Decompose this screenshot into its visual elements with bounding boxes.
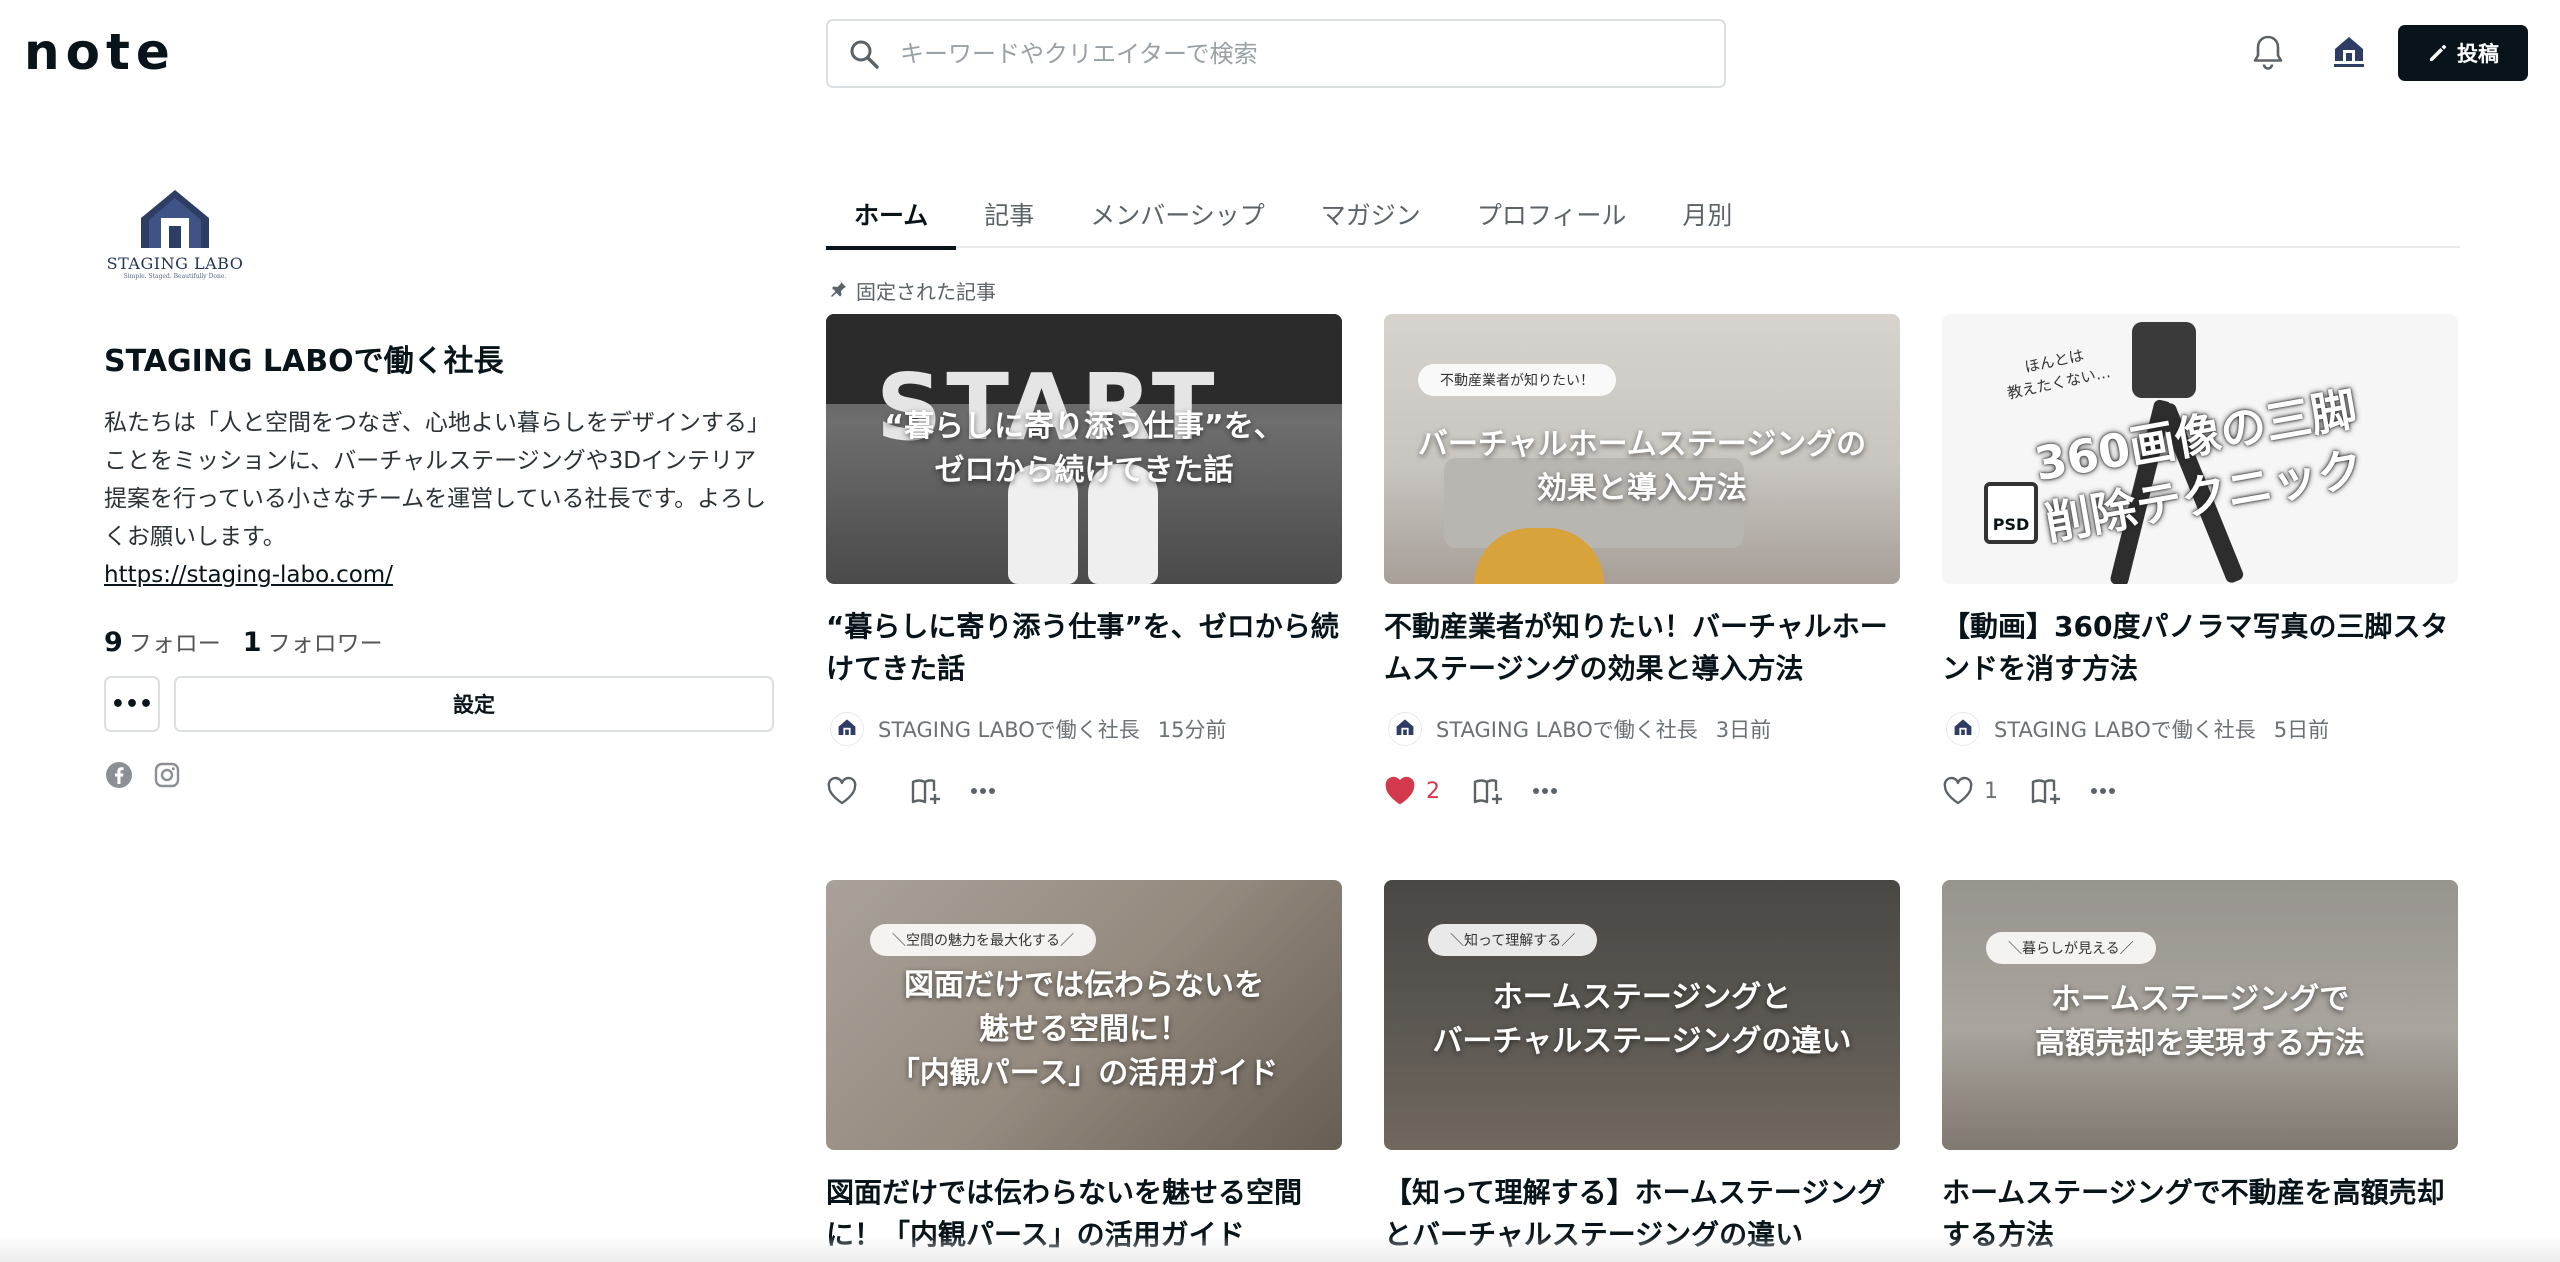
tab-magazine[interactable]: マガジン — [1293, 180, 1449, 248]
article-title[interactable]: “暮らしに寄り添う仕事”を、ゼロから続けてきた話 — [826, 606, 1342, 690]
tab-profile[interactable]: プロフィール — [1449, 180, 1655, 248]
magazine-add-icon[interactable] — [910, 776, 944, 806]
thumbnail-road-graphic — [826, 314, 1342, 461]
profile-logo-brand: STAGING LABO — [106, 254, 244, 273]
more-button[interactable]: ••• — [104, 676, 160, 732]
article-thumbnail[interactable]: ＼暮らしが見える／ ホームステージングで 高額売却を実現する方法 — [1942, 880, 2458, 1150]
profile-logo: STAGING LABO Simple. Staged. Beautifully… — [104, 180, 246, 288]
thumbnail-text: バーチャルホームステージングの 効果と導入方法 — [1417, 427, 1867, 506]
article-thumbnail[interactable]: “暮らしに寄り添う仕事”を、 ゼロから続けてきた話 — [826, 314, 1342, 584]
article-thumbnail[interactable]: ＼空間の魅力を最大化する／ 図面だけでは伝わらないを 魅せる空間に！ 「内観パー… — [826, 880, 1342, 1150]
article-card[interactable]: “暮らしに寄り添う仕事”を、 ゼロから続けてきた話 “暮らしに寄り添う仕事”を、… — [826, 314, 1342, 806]
author-name[interactable]: STAGING LABOで働く社長 — [1994, 714, 2256, 744]
pinned-label: 固定された記事 — [828, 276, 996, 305]
article-thumbnail[interactable]: ほんとは 教えたくない… PSD 360画像の三脚 削除テクニック — [1942, 314, 2458, 584]
more-icon[interactable] — [970, 787, 996, 795]
post-button-label: 投稿 — [2457, 42, 2499, 66]
profile-link[interactable]: https://staging-labo.com/ — [104, 556, 393, 594]
profile-logo-tagline: Simple. Staged. Beautifully Done. — [123, 273, 227, 280]
tab-home[interactable]: ホーム — [826, 180, 957, 250]
article-card[interactable]: 不動産業者が知りたい！ バーチャルホームステージングの 効果と導入方法 不動産業… — [1384, 314, 1900, 806]
facebook-icon[interactable] — [104, 760, 134, 790]
thumbnail-bubble: ＼知って理解する／ — [1428, 924, 1598, 956]
thumbnail-text: ホームステージングと バーチャルステージングの違い — [1432, 980, 1852, 1059]
psd-file-icon: PSD — [1984, 482, 2038, 544]
article-meta: STAGING LABOで働く社長 5日前 — [1942, 712, 2458, 746]
thumbnail-note: ほんとは 教えたくない… — [2005, 346, 2113, 403]
magazine-add-icon[interactable] — [1472, 776, 1506, 806]
like-count[interactable]: 2 — [1426, 779, 1440, 804]
profile-name: STAGING LABOで働く社長 — [104, 344, 504, 379]
profile-actions: ••• 設定 — [104, 676, 774, 732]
post-time: 5日前 — [2273, 718, 2330, 742]
magazine-add-icon[interactable] — [2030, 776, 2064, 806]
thumbnail-bubble: ＼暮らしが見える／ — [1986, 932, 2156, 964]
article-thumbnail[interactable]: 不動産業者が知りたい！ バーチャルホームステージングの 効果と導入方法 — [1384, 314, 1900, 584]
article-reactions — [826, 776, 1342, 806]
profile-tabs: ホーム 記事 メンバーシップ マガジン プロフィール 月別 — [826, 180, 2460, 250]
author-name[interactable]: STAGING LABOで働く社長 — [878, 714, 1140, 744]
follow-counts: 9 フォロー 1 フォロワー — [104, 624, 774, 658]
follower-label[interactable]: フォロワー — [268, 624, 383, 658]
more-icon[interactable] — [2090, 787, 2116, 795]
follow-label[interactable]: フォロー — [129, 624, 221, 658]
post-button[interactable]: 投稿 — [2398, 25, 2528, 81]
pin-icon — [828, 278, 848, 303]
author-name[interactable]: STAGING LABOで働く社長 — [1436, 714, 1698, 744]
user-avatar[interactable] — [2326, 30, 2372, 76]
settings-button[interactable]: 設定 — [174, 676, 774, 732]
search-input[interactable] — [900, 39, 1700, 68]
thumbnail-text: 360画像の三脚 削除テクニック — [2030, 381, 2368, 551]
social-links — [104, 760, 774, 790]
heart-filled-icon[interactable] — [1384, 776, 1416, 806]
profile-bio: 私たちは「人と空間をつなぎ、心地よい暮らしをデザインする」ことをミッションに、バ… — [104, 410, 770, 550]
top-header: note 投稿 — [0, 0, 2560, 106]
tab-articles[interactable]: 記事 — [956, 180, 1062, 248]
pencil-icon — [2427, 42, 2449, 64]
search-icon — [844, 34, 884, 74]
search-box[interactable] — [826, 19, 1726, 88]
tab-monthly[interactable]: 月別 — [1654, 180, 1760, 248]
article-reactions: 1 — [1942, 776, 2458, 806]
article-card[interactable]: ＼暮らしが見える／ ホームステージングで 高額売却を実現する方法 ホームステージ… — [1942, 880, 2458, 1256]
like-count[interactable]: 1 — [1984, 779, 1998, 804]
instagram-icon[interactable] — [152, 760, 182, 790]
thumbnail-bubble: ＼空間の魅力を最大化する／ — [870, 924, 1096, 956]
thumbnail-text: “暮らしに寄り添う仕事”を、 ゼロから続けてきた話 — [884, 409, 1284, 488]
author-avatar[interactable] — [1388, 712, 1422, 746]
article-card[interactable]: ほんとは 教えたくない… PSD 360画像の三脚 削除テクニック 【動画】36… — [1942, 314, 2458, 806]
thumbnail-text: 図面だけでは伝わらないを 魅せる空間に！ 「内観パース」の活用ガイド — [889, 968, 1279, 1091]
follower-count[interactable]: 1 — [243, 627, 262, 658]
article-reactions: 2 — [1384, 776, 1900, 806]
article-card[interactable]: ＼空間の魅力を最大化する／ 図面だけでは伝わらないを 魅せる空間に！ 「内観パー… — [826, 880, 1342, 1256]
heart-icon[interactable] — [1942, 776, 1974, 806]
tab-membership[interactable]: メンバーシップ — [1062, 180, 1293, 248]
profile-sidebar: STAGING LABO Simple. Staged. Beautifully… — [104, 180, 774, 790]
article-thumbnail[interactable]: ＼知って理解する／ ホームステージングと バーチャルステージングの違い — [1384, 880, 1900, 1150]
article-title[interactable]: 不動産業者が知りたい！バーチャルホームステージングの効果と導入方法 — [1384, 606, 1900, 690]
thumbnail-bubble: 不動産業者が知りたい！ — [1418, 364, 1616, 396]
post-time: 15分前 — [1157, 718, 1227, 742]
follow-count[interactable]: 9 — [104, 627, 123, 658]
bottom-fade — [0, 1236, 2560, 1262]
bell-icon[interactable] — [2248, 30, 2288, 76]
post-time: 3日前 — [1715, 718, 1772, 742]
article-meta: STAGING LABOで働く社長 3日前 — [1384, 712, 1900, 746]
article-meta: STAGING LABOで働く社長 15分前 — [826, 712, 1342, 746]
pinned-label-text: 固定された記事 — [856, 280, 996, 304]
more-icon[interactable] — [1532, 787, 1558, 795]
heart-icon[interactable] — [826, 776, 858, 806]
article-card[interactable]: ＼知って理解する／ ホームステージングと バーチャルステージングの違い 【知って… — [1384, 880, 1900, 1256]
article-title[interactable]: 【動画】360度パノラマ写真の三脚スタンドを消す方法 — [1942, 606, 2458, 690]
thumbnail-text: ホームステージングで 高額売却を実現する方法 — [2035, 982, 2365, 1061]
author-avatar[interactable] — [830, 712, 864, 746]
author-avatar[interactable] — [1946, 712, 1980, 746]
note-logo[interactable]: note — [24, 24, 196, 80]
